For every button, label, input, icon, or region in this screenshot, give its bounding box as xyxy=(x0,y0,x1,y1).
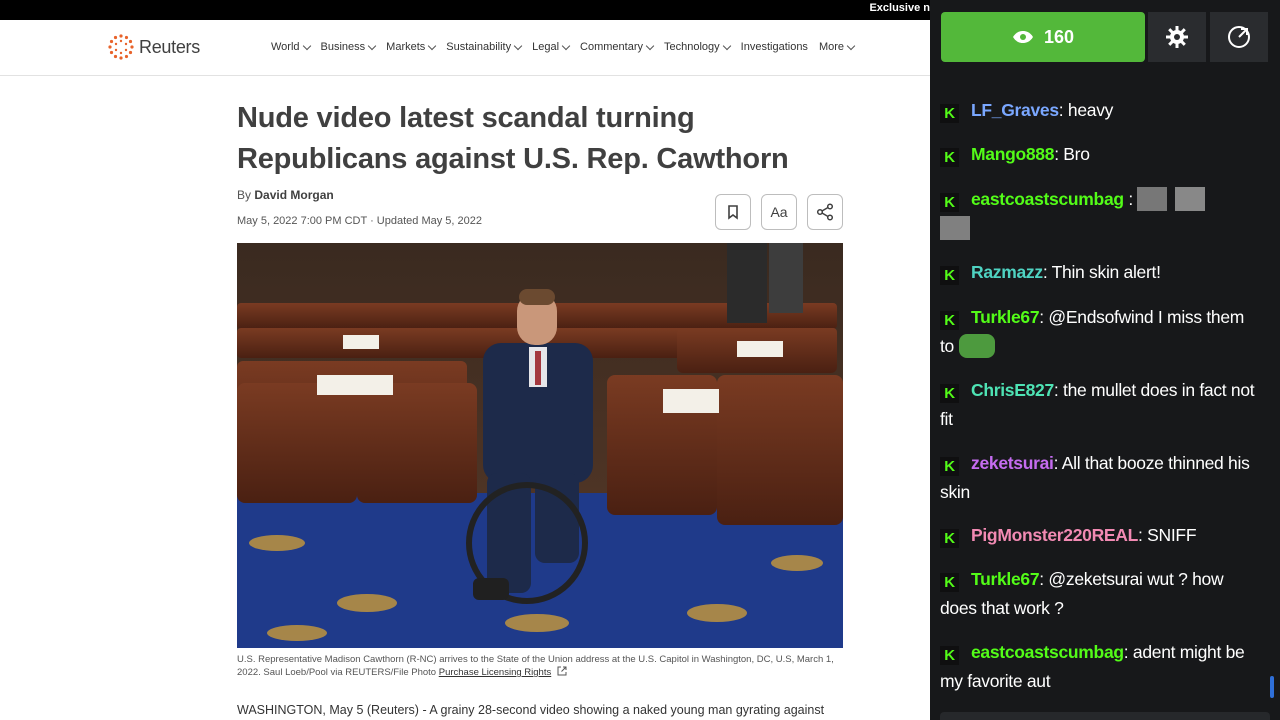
kick-badge-icon: K xyxy=(940,529,959,548)
chat-message: Kzeketsurai: All that booze thinned his … xyxy=(940,449,1260,507)
chevron-down-icon xyxy=(645,41,655,50)
viewer-count-button[interactable]: 160 xyxy=(941,12,1145,62)
font-size-label: Aa xyxy=(770,204,788,220)
menu-item-business[interactable]: Business xyxy=(320,41,377,53)
kick-badge-icon: K xyxy=(940,457,959,476)
popout-button[interactable] xyxy=(1210,12,1268,62)
menu-item-more[interactable]: More xyxy=(818,41,856,53)
chat-input-edge[interactable] xyxy=(940,712,1270,720)
article-date: May 5, 2022 7:00 PM CDT · Updated May 5,… xyxy=(237,215,482,227)
chat-text: : SNIFF xyxy=(1138,525,1197,545)
chat-username[interactable]: Mango888 xyxy=(971,144,1054,164)
chat-text: : Thin skin alert! xyxy=(1042,262,1161,282)
chevron-down-icon xyxy=(722,41,731,50)
kick-badge-icon: K xyxy=(940,148,959,167)
chat-text: : heavy xyxy=(1058,100,1114,120)
chat-username[interactable]: eastcoastscumbag xyxy=(971,189,1124,209)
menu-item-world[interactable]: World xyxy=(271,41,311,53)
popout-icon xyxy=(1228,26,1250,48)
exclusive-banner[interactable]: Exclusive n xyxy=(869,2,930,14)
article-photo[interactable] xyxy=(237,243,843,648)
chat-username[interactable]: ChrisE827 xyxy=(971,380,1054,400)
kick-badge-icon: K xyxy=(940,646,959,665)
menu-item-technology[interactable]: Technology xyxy=(664,41,731,53)
chat-text: : Bro xyxy=(1054,144,1090,164)
chat-username[interactable]: eastcoastscumbag xyxy=(971,642,1124,662)
menu-item-sustainability[interactable]: Sustainability xyxy=(446,41,523,53)
chat-message: K Mango888: Bro xyxy=(940,140,1260,169)
menu-label: Markets xyxy=(386,41,426,53)
gear-icon xyxy=(1166,26,1188,48)
kick-badge-icon: K xyxy=(940,311,959,330)
menu-label: Technology xyxy=(664,41,720,53)
chat-scrollbar[interactable] xyxy=(1270,676,1274,698)
chat-username[interactable]: Turkle67 xyxy=(971,307,1040,327)
settings-button[interactable] xyxy=(1148,12,1206,62)
menu-label: Business xyxy=(320,41,366,53)
bookmark-icon xyxy=(728,204,738,220)
external-link-icon xyxy=(557,666,567,676)
kick-badge-icon: K xyxy=(940,573,959,592)
kick-badge-icon: K xyxy=(940,104,959,123)
menu-label: Sustainability xyxy=(446,41,512,53)
emote-icon xyxy=(1175,187,1206,211)
site-header: Reuters World Business Markets Sustainab… xyxy=(0,20,930,76)
menu-label: Commentary xyxy=(580,41,644,53)
chat-message: K LF_Graves: heavy xyxy=(940,96,1260,125)
emote-icon xyxy=(940,216,970,240)
chat-username[interactable]: zeketsurai xyxy=(971,453,1054,473)
chat-message: K Razmazz: Thin skin alert! xyxy=(940,258,1260,287)
chat-username[interactable]: LF_Graves xyxy=(971,100,1059,120)
chat-username[interactable]: PigMonster220REAL xyxy=(971,525,1138,545)
share-button[interactable] xyxy=(807,194,843,230)
chat-username[interactable]: Razmazz xyxy=(971,262,1043,282)
top-strip: Exclusive n xyxy=(0,0,930,20)
chat-message: Keastcoastscumbag : xyxy=(940,185,1260,243)
reuters-logo-icon xyxy=(108,34,134,60)
frog-emote-icon xyxy=(958,334,995,358)
kick-badge-icon: K xyxy=(940,266,959,285)
article-headline: Nude video latest scandal turning Republ… xyxy=(237,102,789,175)
menu-label: Legal xyxy=(532,41,560,53)
viewer-count: 160 xyxy=(1043,26,1075,47)
reuters-logo[interactable]: Reuters xyxy=(108,34,200,60)
eye-icon xyxy=(1012,31,1033,43)
chevron-down-icon xyxy=(428,41,437,50)
chevron-down-icon xyxy=(302,41,311,50)
menu-label: World xyxy=(271,41,300,53)
menu-item-legal[interactable]: Legal xyxy=(532,41,571,53)
logo-text: Reuters xyxy=(139,36,200,57)
chamber-photo-illustration xyxy=(237,243,843,648)
chevron-down-icon xyxy=(513,41,523,50)
chat-panel: 160 K LF_Graves: heavy K Mango888: Bro Kea… xyxy=(930,0,1280,720)
font-size-button[interactable]: Aa xyxy=(761,194,797,230)
chat-message: Keastcoastscumbag: adent might be my fav… xyxy=(940,638,1260,696)
kick-badge-icon: K xyxy=(940,384,959,403)
chat-message: K Turkle67: @Endsofwind I miss them to xyxy=(940,303,1260,361)
byline-prefix: By xyxy=(237,188,252,202)
menu-item-commentary[interactable]: Commentary xyxy=(580,41,655,53)
menu-item-markets[interactable]: Markets xyxy=(386,41,437,53)
kick-badge-icon: K xyxy=(940,193,959,212)
emote-icon xyxy=(1137,187,1168,211)
photo-caption: U.S. Representative Madison Cawthorn (R-… xyxy=(237,653,843,679)
author-link[interactable]: David Morgan xyxy=(254,188,333,202)
chat-text: : xyxy=(1123,189,1138,209)
chat-message: K Turkle67: @zeketsurai wut ? how does th… xyxy=(940,565,1260,623)
menu-item-investigations[interactable]: Investigations xyxy=(741,41,808,53)
chat-username[interactable]: Turkle67 xyxy=(971,569,1040,589)
menu-label: Investigations xyxy=(740,41,808,53)
chevron-down-icon xyxy=(367,41,377,50)
article-body: WASHINGTON, May 5 (Reuters) - A grainy 2… xyxy=(237,703,825,717)
chevron-down-icon xyxy=(846,41,856,50)
main-menu: World Business Markets Sustainability Le… xyxy=(271,41,865,53)
menu-label: More xyxy=(818,41,844,53)
share-icon xyxy=(816,203,834,221)
bookmark-button[interactable] xyxy=(715,194,751,230)
chevron-down-icon xyxy=(561,41,571,50)
byline: By David Morgan xyxy=(237,188,334,202)
licensing-link[interactable]: Purchase Licensing Rights xyxy=(439,667,551,678)
chat-message: K PigMonster220REAL: SNIFF xyxy=(940,521,1260,550)
chat-message: K ChrisE827: the mullet does in fact not … xyxy=(940,376,1260,434)
